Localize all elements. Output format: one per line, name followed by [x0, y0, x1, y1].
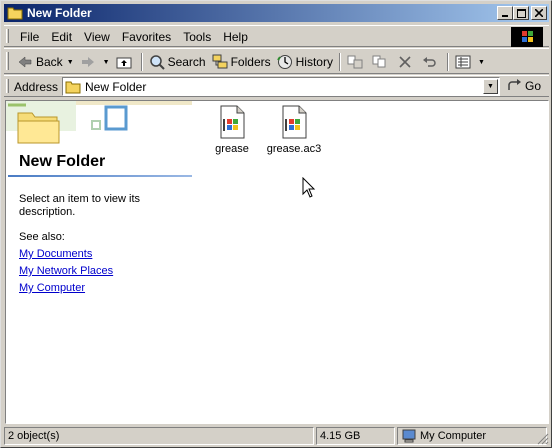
move-to-icon: [347, 54, 363, 70]
panel-description: Select an item to view its description.: [19, 193, 141, 218]
maximize-button[interactable]: [513, 6, 529, 20]
file-item[interactable]: grease: [202, 105, 262, 155]
folders-icon: [212, 54, 228, 70]
window-title: New Folder: [27, 6, 92, 20]
back-arrow-icon: [17, 54, 33, 70]
address-value: New Folder: [85, 79, 147, 94]
minimize-button[interactable]: [497, 6, 513, 20]
toolbar-grip[interactable]: [6, 52, 9, 70]
status-location-label: My Computer: [420, 430, 487, 442]
back-dropdown-icon[interactable]: ▼: [67, 59, 74, 66]
web-view-panel: New Folder Select an item to view its de…: [6, 101, 192, 423]
panel-title: New Folder: [19, 153, 106, 170]
folder-up-icon: [116, 54, 132, 70]
menu-help[interactable]: Help: [217, 29, 254, 45]
address-label: Address: [14, 80, 59, 94]
undo-button[interactable]: [419, 51, 444, 73]
forward-button[interactable]: ▼: [77, 51, 113, 73]
menu-bar: File Edit View Favorites Tools Help: [4, 25, 549, 47]
status-object-count: 2 object(s): [4, 427, 314, 445]
go-button[interactable]: Go: [506, 78, 541, 94]
toolbar-separator: [338, 53, 341, 71]
addressbar-grip[interactable]: [6, 79, 9, 93]
resize-grip-icon[interactable]: [537, 433, 549, 445]
search-icon: [149, 54, 165, 70]
views-dropdown-icon[interactable]: ▼: [478, 59, 485, 66]
back-label: Back: [36, 55, 63, 69]
link-my-network-places[interactable]: My Network Places: [19, 265, 113, 277]
views-button[interactable]: ▼: [452, 51, 488, 73]
toolbar-separator: [140, 53, 143, 71]
back-button[interactable]: Back ▼: [14, 51, 77, 73]
address-input[interactable]: New Folder ▼: [62, 77, 500, 96]
menubar-grip[interactable]: [6, 29, 9, 43]
explorer-window: New Folder File Edit View Favorites Tool…: [0, 0, 552, 448]
search-label: Search: [167, 55, 206, 69]
folder-icon: [65, 79, 81, 95]
folders-button[interactable]: Folders: [209, 51, 274, 73]
file-name: grease.ac3: [266, 143, 322, 155]
undo-icon: [422, 54, 438, 70]
move-to-button[interactable]: [344, 51, 369, 73]
link-my-computer[interactable]: My Computer: [19, 282, 85, 294]
address-bar: Address New Folder ▼ Go: [4, 75, 549, 97]
menu-edit[interactable]: Edit: [45, 29, 78, 45]
windows-logo-icon: [511, 27, 543, 47]
folder-icon: [7, 6, 23, 20]
see-also-label: See also:: [19, 231, 65, 243]
menu-view[interactable]: View: [78, 29, 116, 45]
up-button[interactable]: [113, 51, 138, 73]
file-name: grease: [215, 143, 249, 155]
link-my-documents[interactable]: My Documents: [19, 248, 92, 260]
folder-banner-icon: [6, 101, 192, 144]
history-label: History: [295, 55, 333, 69]
search-button[interactable]: Search: [146, 51, 209, 73]
delete-button[interactable]: [394, 51, 419, 73]
title-bar[interactable]: New Folder: [4, 4, 549, 22]
menu-tools[interactable]: Tools: [177, 29, 217, 45]
history-clock-icon: [276, 54, 293, 70]
delete-x-icon: [397, 54, 413, 70]
mouse-cursor-icon: [302, 177, 316, 198]
media-file-icon: [217, 105, 247, 139]
go-label: Go: [525, 79, 542, 93]
menu-file[interactable]: File: [14, 29, 45, 45]
folder-content-area[interactable]: New Folder Select an item to view its de…: [5, 100, 549, 424]
copy-to-icon: [372, 54, 388, 70]
forward-dropdown-icon[interactable]: ▼: [103, 59, 110, 66]
menu-favorites[interactable]: Favorites: [116, 29, 177, 45]
copy-to-button[interactable]: [369, 51, 394, 73]
folders-label: Folders: [230, 55, 271, 69]
toolbar-separator: [446, 53, 449, 71]
media-file-icon: [279, 105, 309, 139]
close-button[interactable]: [531, 6, 547, 20]
status-bar: 2 object(s) 4.15 GB My Computer: [4, 427, 549, 445]
file-item[interactable]: grease.ac3: [264, 105, 324, 155]
go-arrow-icon: [506, 78, 522, 94]
standard-toolbar: Back ▼ ▼ Search Folders History ▼: [4, 48, 549, 74]
status-size: 4.15 GB: [316, 427, 395, 445]
panel-divider: [8, 175, 192, 177]
history-button[interactable]: History: [274, 51, 336, 73]
status-location: My Computer: [397, 427, 547, 445]
forward-arrow-icon: [80, 54, 96, 70]
address-dropdown-icon[interactable]: ▼: [483, 79, 498, 94]
views-icon: [455, 54, 471, 70]
my-computer-icon: [401, 428, 417, 444]
